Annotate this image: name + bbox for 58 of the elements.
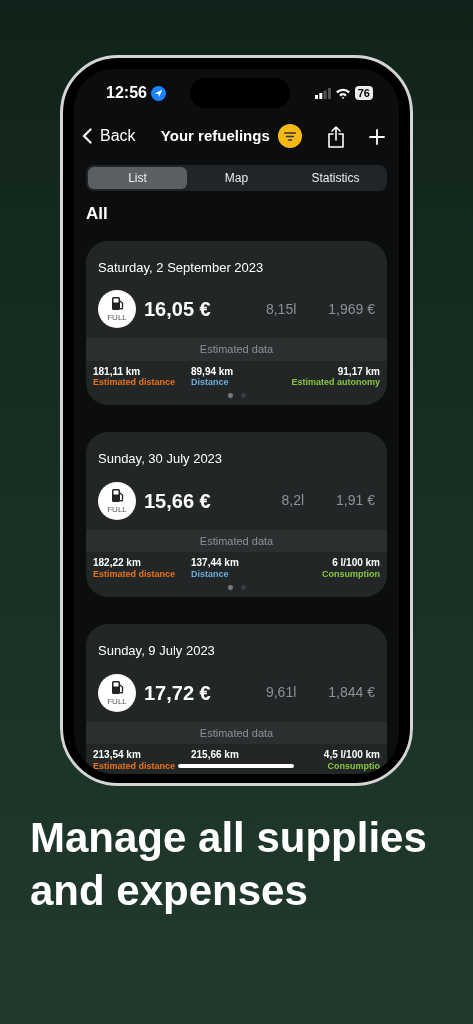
stat-label: Consumption — [322, 568, 380, 580]
filter-icon — [283, 131, 296, 141]
stat-value: 181,11 km — [93, 365, 142, 377]
estimated-data-header: Estimated data — [86, 338, 387, 361]
page-dot[interactable] — [227, 393, 233, 399]
stat-label: Estimated distance — [93, 568, 177, 580]
page-dot[interactable] — [227, 585, 233, 591]
stat-label: Estimated distance — [93, 377, 177, 388]
battery-indicator: 76 — [354, 86, 373, 100]
fuel-badge: FULL — [98, 673, 136, 712]
estimated-data-header: Estimated data — [86, 721, 387, 745]
refuel-amount: 15,66 € — [144, 488, 211, 514]
liters-value: 8,2l — [281, 491, 305, 511]
stat-value: 6 l/100 km — [332, 557, 380, 569]
refuel-date: Saturday, 2 September 2023 — [97, 258, 265, 277]
share-button[interactable] — [327, 124, 345, 148]
refueling-card[interactable]: Sunday, 9 July 2023 FULL 17,72 € 9,61l 1,844 € Estimated data 213,54 km Estimated distance 215,66 km 4,5 l/100 km Consumptio — [86, 624, 387, 774]
segment-tab[interactable]: List — [88, 167, 187, 189]
refuel-date: Sunday, 30 July 2023 — [97, 450, 224, 469]
refueling-card[interactable]: Saturday, 2 September 2023 FULL 16,05 € 8,15l 1,969 € Estimated data 181,11 km Estimated distance 89,94 km Distance 91,17 km Estimated autonomy — [86, 240, 387, 406]
stat-value: 213,54 km — [93, 749, 142, 761]
stat-value: 89,94 km — [191, 365, 234, 377]
signal-icon — [314, 87, 331, 99]
stat-label: Estimated autonomy — [291, 377, 380, 388]
stat-label: Distance — [191, 377, 230, 388]
stat-value: 182,22 km — [93, 557, 142, 569]
price-per-liter: 1,969 € — [328, 299, 375, 319]
liters-value: 9,61l — [265, 683, 297, 703]
liters-value: 8,15l — [265, 299, 297, 319]
fuel-badge: FULL — [98, 290, 136, 328]
section-title: All — [86, 203, 109, 225]
refuel-amount: 17,72 € — [144, 680, 211, 706]
page-dot[interactable] — [240, 585, 246, 591]
price-per-liter: 1,844 € — [328, 683, 375, 703]
refuel-date: Sunday, 9 July 2023 — [97, 642, 216, 661]
stat-value: 215,66 km — [191, 749, 239, 761]
chevron-left-icon — [82, 128, 92, 144]
screen-title: Your refuelings — [160, 125, 270, 146]
refuel-amount: 16,05 € — [144, 297, 211, 322]
segment-tab[interactable]: Map — [187, 167, 286, 189]
headline: Manage all supplies and expenses — [30, 813, 428, 916]
stat-label: Consumptio — [327, 760, 380, 772]
location-icon — [150, 85, 166, 101]
back-button[interactable]: Back — [82, 124, 136, 148]
status-time: 12:56 — [106, 83, 147, 103]
stat-value: 137,44 km — [191, 557, 239, 569]
stat-label: Estimated distance — [93, 760, 177, 772]
page-dot[interactable] — [240, 393, 246, 399]
price-per-liter: 1,91 € — [336, 491, 375, 511]
estimated-data-header: Estimated data — [86, 529, 387, 553]
filter-button[interactable] — [277, 124, 302, 148]
stat-label: Distance — [191, 568, 230, 580]
fuel-badge: FULL — [98, 481, 136, 520]
segment-tab[interactable]: Statistics — [286, 167, 385, 189]
stat-value: 91,17 km — [337, 365, 380, 377]
wifi-icon — [334, 87, 351, 99]
refueling-card[interactable]: Sunday, 30 July 2023 FULL 15,66 € 8,2l 1,91 € Estimated data 182,22 km Estimated distance 137,44 km Distance 6 l/100 km Consumption — [86, 432, 387, 598]
stat-value: 4,5 l/100 km — [323, 749, 380, 761]
